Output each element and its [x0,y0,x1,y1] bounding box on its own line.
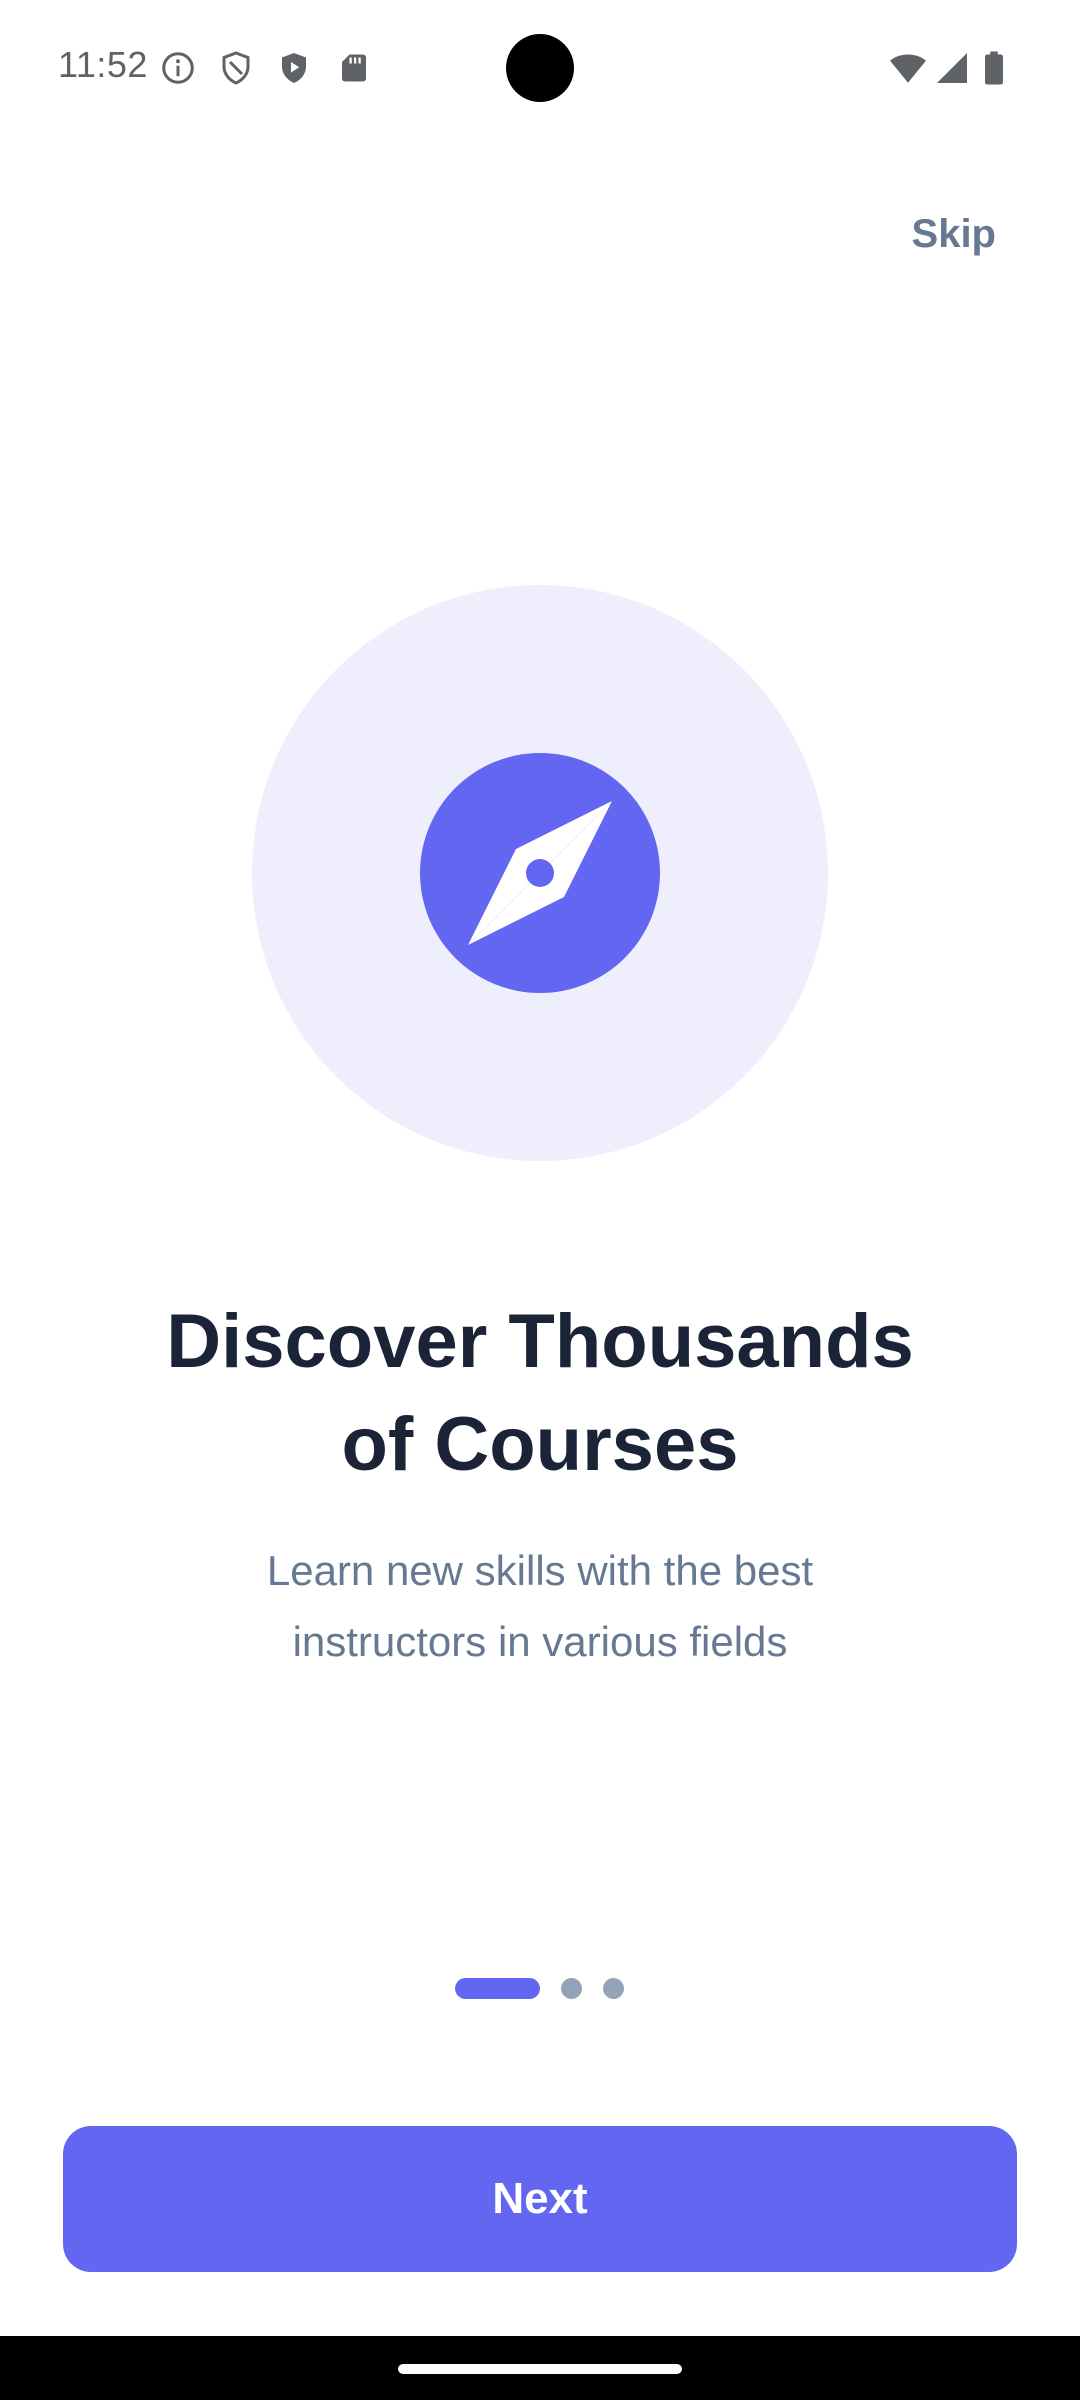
page-dot [561,1978,582,1999]
signal-icon [937,53,967,83]
page-dot [603,1978,624,1999]
status-bar: 11:52 [0,0,1080,136]
battery-icon [985,51,1003,85]
next-button[interactable]: Next [63,2126,1017,2272]
navigation-bar [0,2336,1080,2400]
page-title: Discover Thousands of Courses [120,1290,960,1496]
shield-outline-icon [222,51,250,85]
page-subtitle: Learn new skills with the best instructo… [180,1535,900,1677]
shield-play-icon [282,53,306,83]
page-subtitle-line-2: instructors in various fields [292,1618,788,1665]
compass-icon [420,753,660,993]
camera-cutout [506,34,574,102]
page-dot-active [455,1978,540,1999]
onboarding-screen: 11:52 Skip Discover Thousands of Courses… [0,0,1080,2400]
sd-card-icon [342,54,366,82]
page-title-line-2: of Courses [341,1402,739,1487]
page-title-line-1: Discover Thousands [166,1299,914,1384]
home-indicator[interactable] [398,2364,682,2374]
skip-button[interactable]: Skip [912,212,996,257]
info-icon [162,52,194,84]
status-time: 11:52 [58,44,148,85]
page-subtitle-line-1: Learn new skills with the best [266,1547,814,1594]
wifi-icon [890,54,926,83]
